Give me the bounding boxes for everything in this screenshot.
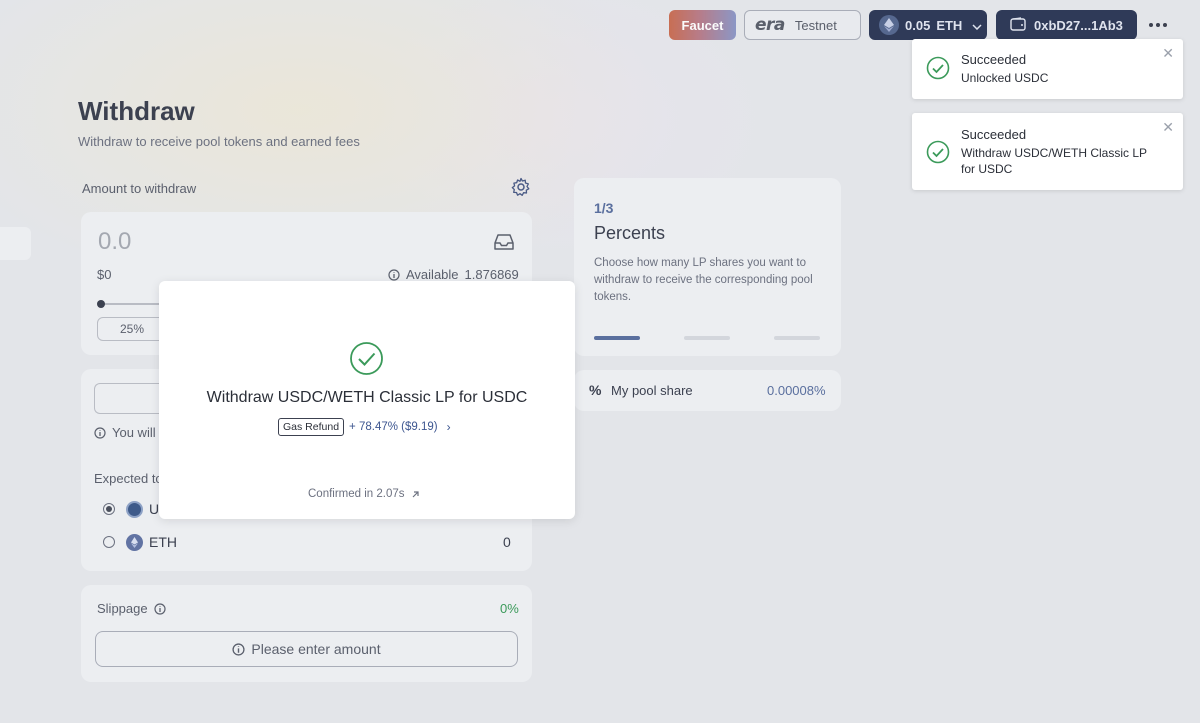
token-usdc-label: U	[149, 501, 160, 517]
token-eth-label: ETH	[149, 534, 177, 550]
slippage-value[interactable]: 0%	[500, 601, 519, 616]
page-subtitle: Withdraw to receive pool tokens and earn…	[78, 134, 360, 149]
toast-message: Withdraw USDC/WETH Classic LP for USDC	[961, 146, 1147, 176]
pool-share-value: 0.00008%	[767, 383, 826, 398]
gas-refund-value: + 78.47% ($9.19)	[349, 421, 438, 433]
pool-share-label: My pool share	[611, 383, 693, 398]
step-counter: 1/3	[594, 200, 614, 216]
available-balance[interactable]: Available 1.876869	[388, 267, 519, 282]
close-icon[interactable]: ✕	[1162, 45, 1174, 62]
info-title: Percents	[594, 223, 666, 243]
era-logo: era	[755, 15, 785, 35]
inbox-icon	[494, 234, 514, 250]
page-title: Withdraw	[78, 96, 195, 126]
progress-step-2	[684, 336, 730, 340]
wallet-icon	[1010, 16, 1026, 34]
gas-refund-tag: Gas Refund	[278, 418, 345, 436]
account-button[interactable]: 0xbD27...1Ab3	[996, 10, 1137, 40]
toast-withdraw: Succeeded Withdraw USDC/WETH Classic LP …	[912, 113, 1183, 190]
available-value: 1.876869	[464, 267, 519, 282]
close-icon[interactable]: ✕	[1162, 119, 1174, 136]
percent-slider[interactable]	[100, 303, 160, 305]
network-button[interactable]: era Testnet	[744, 10, 861, 40]
check-circle-icon	[926, 140, 950, 164]
toast-unlocked: Succeeded Unlocked USDC ✕	[912, 39, 1183, 99]
progress-step-3	[774, 336, 820, 340]
eth-icon	[126, 534, 143, 551]
check-circle-icon	[350, 342, 383, 375]
confirmed-link[interactable]: Confirmed in 2.07s	[308, 488, 420, 500]
radio-usdc[interactable]	[103, 503, 115, 515]
confirmed-text: Confirmed in 2.07s	[308, 488, 405, 500]
slippage-text: Slippage	[97, 601, 148, 616]
output-selector[interactable]	[94, 383, 166, 414]
sidebar-tab[interactable]	[0, 227, 31, 260]
network-label: Testnet	[794, 17, 837, 33]
balance-token: ETH	[936, 17, 963, 33]
info-icon	[232, 642, 245, 656]
info-icon[interactable]	[154, 602, 166, 615]
submit-button[interactable]: Please enter amount	[95, 631, 518, 667]
toast-title: Succeeded	[961, 127, 1027, 142]
balance-amount: 0.05	[905, 17, 931, 33]
progress-step-1	[594, 336, 640, 340]
slippage-label: Slippage	[97, 601, 166, 616]
chevron-right-icon: ›	[446, 420, 451, 434]
toast-message: Unlocked USDC	[961, 71, 1049, 85]
external-link-icon	[412, 490, 419, 497]
usd-value: $0	[97, 267, 112, 282]
usdc-icon	[126, 501, 143, 518]
amount-label: Amount to withdraw	[82, 181, 197, 196]
radio-eth[interactable]	[103, 536, 115, 548]
expected-label: Expected to	[94, 471, 163, 486]
gear-icon[interactable]	[511, 177, 531, 197]
you-will-note: You will	[94, 425, 156, 440]
gas-refund-row[interactable]: Gas Refund + 78.47% ($9.19) ›	[278, 418, 451, 436]
available-label: Available	[406, 267, 459, 282]
chevron-down-icon	[972, 18, 982, 33]
account-address: 0xbD27...1Ab3	[1034, 17, 1123, 33]
info-icon	[94, 426, 106, 439]
toast-title: Succeeded	[961, 52, 1027, 67]
token-eth-amount: 0	[503, 534, 511, 550]
submit-label: Please enter amount	[251, 641, 381, 657]
percent-icon: %	[589, 382, 602, 398]
info-text: Choose how many LP shares you want to wi…	[594, 257, 813, 303]
faucet-button[interactable]: Faucet	[669, 10, 736, 40]
you-will-text: You will	[112, 425, 156, 440]
modal-title: Withdraw USDC/WETH Classic LP for USDC	[206, 389, 528, 406]
eth-icon	[879, 15, 899, 35]
slider-handle[interactable]	[97, 300, 105, 308]
more-icon[interactable]	[1146, 14, 1170, 36]
check-circle-icon	[926, 56, 950, 80]
info-icon	[388, 268, 400, 281]
balance-button[interactable]: 0.05 ETH	[869, 10, 987, 40]
amount-input[interactable]: 0.0	[98, 228, 131, 256]
percent-25-button[interactable]: 25%	[97, 317, 167, 341]
